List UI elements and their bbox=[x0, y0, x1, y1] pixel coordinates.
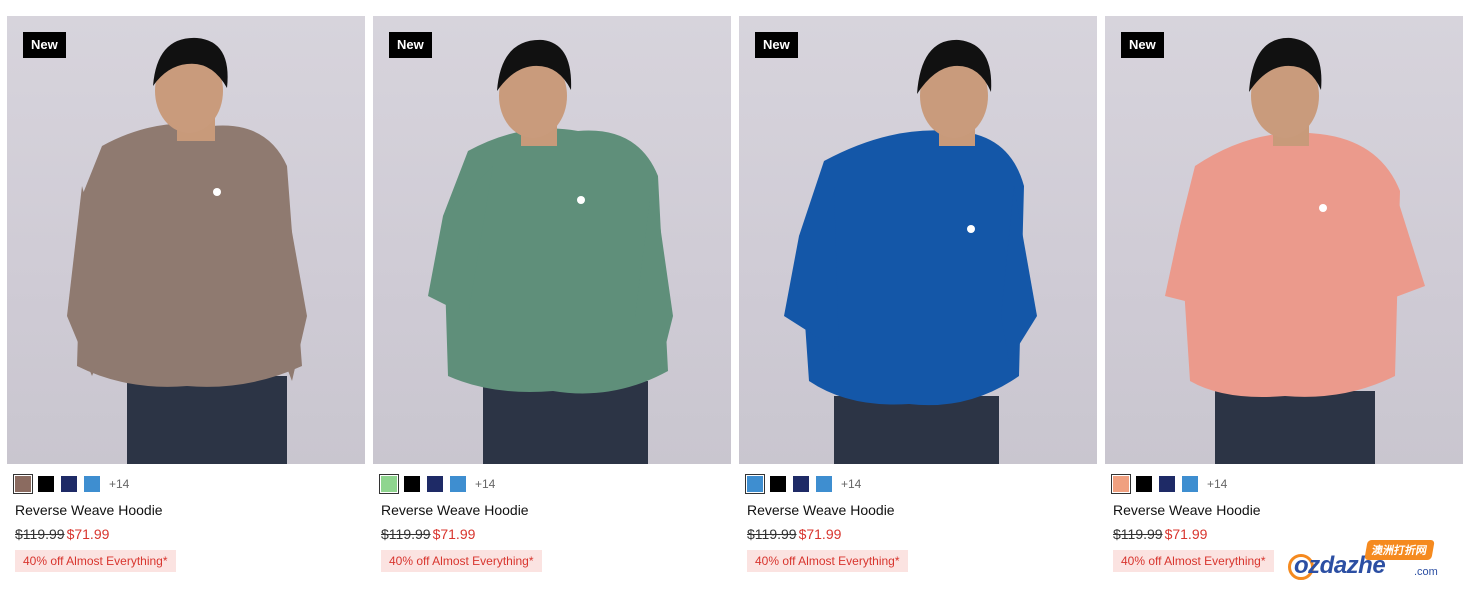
product-grid: New +14 Reverse Weave Hoodie $119.99 $71.… bbox=[7, 16, 1463, 572]
new-badge: New bbox=[389, 32, 432, 58]
product-card[interactable]: New +14 Reverse Weave Hoodie $119.99 $71.… bbox=[7, 16, 365, 572]
color-swatches: +14 bbox=[13, 474, 365, 494]
watermark-brand: ozdazhe bbox=[1294, 552, 1386, 579]
jeans bbox=[127, 376, 287, 464]
more-colors-link[interactable]: +14 bbox=[109, 477, 129, 491]
new-badge: New bbox=[755, 32, 798, 58]
product-image[interactable]: New bbox=[739, 16, 1097, 464]
original-price: $119.99 bbox=[747, 526, 797, 542]
jeans bbox=[834, 396, 999, 464]
jeans bbox=[483, 381, 648, 464]
logo bbox=[1319, 204, 1327, 212]
logo bbox=[213, 188, 221, 196]
logo bbox=[967, 225, 975, 233]
color-swatch[interactable] bbox=[1136, 476, 1152, 492]
product-card[interactable]: New +14 Reverse Weave Hoodie $119.99 $71.… bbox=[739, 16, 1097, 572]
color-swatch[interactable] bbox=[38, 476, 54, 492]
color-swatch[interactable] bbox=[427, 476, 443, 492]
new-badge: New bbox=[1121, 32, 1164, 58]
color-swatch[interactable] bbox=[745, 474, 765, 494]
original-price: $119.99 bbox=[381, 526, 431, 542]
color-swatch[interactable] bbox=[379, 474, 399, 494]
product-card[interactable]: New +14 Reverse Weave Hoodie $119.99 $71.… bbox=[373, 16, 731, 572]
model-photo bbox=[784, 39, 1037, 464]
more-colors-link[interactable]: +14 bbox=[475, 477, 495, 491]
original-price: $119.99 bbox=[15, 526, 65, 542]
product-image[interactable]: New bbox=[1105, 16, 1463, 464]
product-title[interactable]: Reverse Weave Hoodie bbox=[1113, 502, 1463, 518]
color-swatches: +14 bbox=[1111, 474, 1463, 494]
sale-price: $71.99 bbox=[432, 526, 476, 542]
model-photo bbox=[67, 37, 307, 464]
model-photo bbox=[428, 39, 673, 464]
hoodie bbox=[77, 123, 302, 387]
new-badge: New bbox=[23, 32, 66, 58]
color-swatches: +14 bbox=[745, 474, 1097, 494]
product-title[interactable]: Reverse Weave Hoodie bbox=[381, 502, 731, 518]
product-image[interactable]: New bbox=[7, 16, 365, 464]
logo bbox=[577, 196, 585, 204]
more-colors-link[interactable]: +14 bbox=[841, 477, 861, 491]
color-swatch[interactable] bbox=[13, 474, 33, 494]
color-swatch[interactable] bbox=[1159, 476, 1175, 492]
product-title[interactable]: Reverse Weave Hoodie bbox=[15, 502, 365, 518]
color-swatch[interactable] bbox=[816, 476, 832, 492]
jeans bbox=[1215, 391, 1375, 464]
sale-price: $71.99 bbox=[1164, 526, 1208, 542]
watermark-logo: 澳洲打折网 ozdazhe .com bbox=[1288, 540, 1458, 586]
color-swatch[interactable] bbox=[404, 476, 420, 492]
promo-badge: 40% off Almost Everything* bbox=[15, 550, 176, 572]
more-colors-link[interactable]: +14 bbox=[1207, 477, 1227, 491]
promo-badge: 40% off Almost Everything* bbox=[1113, 550, 1274, 572]
original-price: $119.99 bbox=[1113, 526, 1163, 542]
product-title[interactable]: Reverse Weave Hoodie bbox=[747, 502, 1097, 518]
color-swatch[interactable] bbox=[1182, 476, 1198, 492]
color-swatch[interactable] bbox=[1111, 474, 1131, 494]
watermark-domain: .com bbox=[1414, 566, 1438, 578]
product-image[interactable]: New bbox=[373, 16, 731, 464]
price-row: $119.99 $71.99 bbox=[381, 526, 731, 542]
color-swatch[interactable] bbox=[84, 476, 100, 492]
color-swatch[interactable] bbox=[450, 476, 466, 492]
product-card[interactable]: New +14 Reverse Weave Hoodie $119.99 $71.… bbox=[1105, 16, 1463, 572]
sale-price: $71.99 bbox=[798, 526, 842, 542]
color-swatches: +14 bbox=[379, 474, 731, 494]
color-swatch[interactable] bbox=[793, 476, 809, 492]
model-photo bbox=[1165, 37, 1425, 464]
color-swatch[interactable] bbox=[61, 476, 77, 492]
price-row: $119.99 $71.99 bbox=[747, 526, 1097, 542]
color-swatch[interactable] bbox=[770, 476, 786, 492]
promo-badge: 40% off Almost Everything* bbox=[381, 550, 542, 572]
price-row: $119.99 $71.99 bbox=[15, 526, 365, 542]
sale-price: $71.99 bbox=[66, 526, 110, 542]
promo-badge: 40% off Almost Everything* bbox=[747, 550, 908, 572]
